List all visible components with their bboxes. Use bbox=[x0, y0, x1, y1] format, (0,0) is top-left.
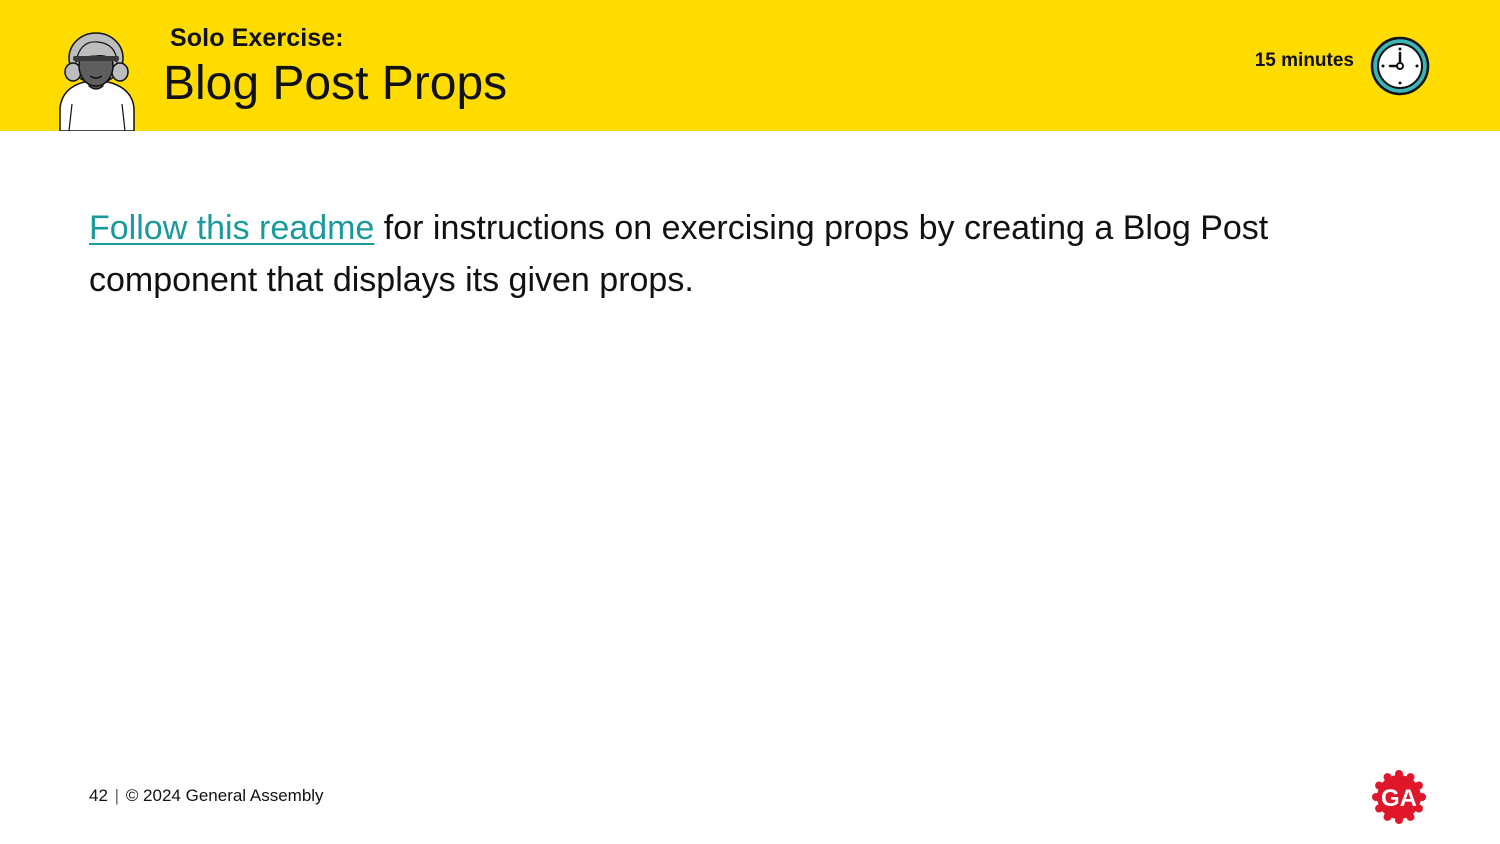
readme-link[interactable]: Follow this readme bbox=[89, 209, 374, 247]
header-banner: Solo Exercise: Blog Post Props 15 minute… bbox=[0, 0, 1500, 131]
instructions-paragraph: Follow this readme for instructions on e… bbox=[89, 202, 1409, 306]
slide: Solo Exercise: Blog Post Props 15 minute… bbox=[0, 0, 1500, 844]
footer-separator: | bbox=[114, 786, 120, 805]
footer: 42 | © 2024 General Assembly bbox=[89, 786, 324, 806]
clock-icon bbox=[1370, 36, 1430, 96]
duration-label: 15 minutes bbox=[1254, 50, 1354, 71]
person-avatar-icon bbox=[59, 32, 135, 131]
general-assembly-logo: GA bbox=[1372, 770, 1426, 824]
page-number: 42 bbox=[89, 786, 108, 805]
logo-lettering: GA bbox=[1381, 785, 1417, 812]
page-title: Blog Post Props bbox=[163, 57, 508, 110]
copyright-text: © 2024 General Assembly bbox=[125, 786, 324, 805]
exercise-type-label: Solo Exercise: bbox=[170, 24, 344, 52]
